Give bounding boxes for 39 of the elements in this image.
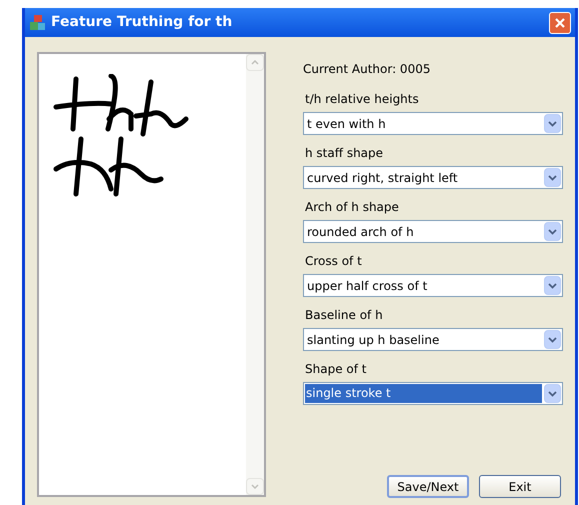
dropdown-arrow-button[interactable]	[544, 168, 561, 187]
field-label: t/h relative heights	[305, 91, 420, 108]
dropdown[interactable]: upper half cross of t	[303, 274, 563, 297]
chevron-down-icon	[548, 120, 557, 126]
dropdown-value: curved right, straight left	[306, 170, 459, 186]
field-label: Arch of h shape	[305, 199, 400, 216]
dropdown-value: slanting up h baseline	[306, 332, 440, 348]
dropdown-arrow-button[interactable]	[544, 114, 561, 133]
dropdown-arrow-button[interactable]	[544, 276, 561, 295]
dropdown-arrow-button[interactable]	[544, 222, 561, 241]
dropdown-value: t even with h	[306, 116, 387, 132]
close-button[interactable]	[549, 12, 571, 34]
chevron-down-icon	[548, 336, 557, 342]
chevron-down-icon	[548, 174, 557, 180]
window-title: Feature Truthing for th	[51, 13, 234, 32]
chevron-down-icon	[251, 484, 259, 489]
dropdown[interactable]: t even with h	[303, 112, 563, 135]
field-label: Baseline of h	[305, 307, 384, 324]
dropdown-arrow-button[interactable]	[544, 330, 561, 349]
dropdown[interactable]: single stroke t	[303, 382, 563, 405]
field-label: Shape of t	[305, 361, 368, 378]
dropdown-value: rounded arch of h	[306, 224, 415, 240]
dialog-button[interactable]: Exit	[479, 475, 561, 498]
dropdown[interactable]: curved right, straight left	[303, 166, 563, 189]
chevron-down-icon	[548, 228, 557, 234]
dropdown-value: single stroke t	[305, 384, 542, 403]
field-label: h staff shape	[305, 145, 384, 162]
dropdown-value: upper half cross of t	[306, 278, 428, 294]
close-icon	[554, 16, 566, 28]
field-label: Cross of t	[305, 253, 363, 270]
chevron-down-icon	[548, 282, 557, 288]
dropdown[interactable]: slanting up h baseline	[303, 328, 563, 351]
chevron-up-icon	[251, 60, 259, 65]
dropdown[interactable]: rounded arch of h	[303, 220, 563, 243]
chevron-down-icon	[548, 390, 557, 396]
dropdown-arrow-button[interactable]	[544, 384, 561, 403]
dialog-button[interactable]: Save/Next	[387, 475, 469, 498]
app-icon	[29, 14, 47, 32]
author-label: Current Author: 0005	[303, 61, 432, 78]
